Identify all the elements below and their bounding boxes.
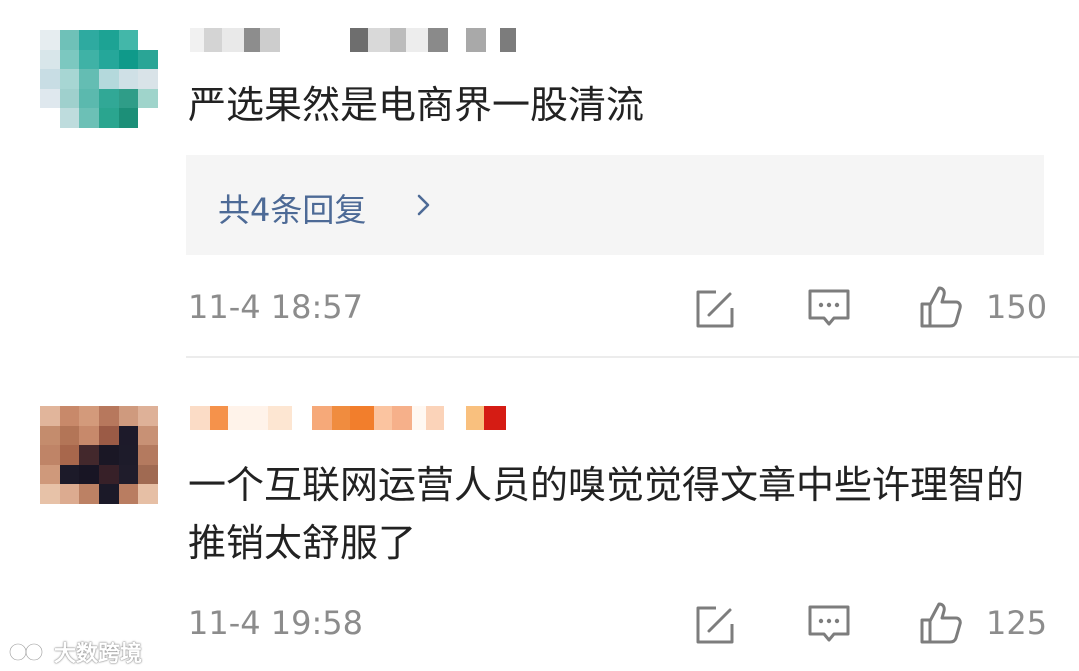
thumbs-up-icon[interactable] xyxy=(918,600,964,646)
comment-text: 一个互联网运营人员的嗅觉觉得文章中些许理智的推销太舒服了 xyxy=(188,463,1025,565)
comment-item: 一个互联网运营人员的嗅觉觉得文章中些许理智的推销太舒服了 11-4 19:58 … xyxy=(0,358,1079,671)
edit-icon[interactable] xyxy=(692,286,738,332)
replies-label: 共4条回复 xyxy=(218,191,367,229)
comment-icon[interactable] xyxy=(806,602,852,648)
like-count: 125 xyxy=(986,604,1048,642)
thumbs-up-icon[interactable] xyxy=(918,284,964,330)
avatar[interactable] xyxy=(40,30,158,128)
edit-icon[interactable] xyxy=(692,602,738,648)
comment-icon[interactable] xyxy=(806,286,852,332)
username-blurred[interactable] xyxy=(190,28,516,52)
like-count: 150 xyxy=(986,288,1048,326)
watermark-text: 大数跨境 xyxy=(54,642,143,667)
replies-link[interactable]: 共4条回复 xyxy=(186,155,1044,255)
watermark-logo-icon xyxy=(8,642,44,662)
comment-item: 严选果然是电商界一股清流 共4条回复 11-4 18:57 150 xyxy=(0,0,1079,356)
watermark: 大数跨境 xyxy=(6,638,143,667)
chevron-right-icon xyxy=(417,194,430,216)
comment-time: 11-4 19:58 xyxy=(188,604,364,642)
comment-time: 11-4 18:57 xyxy=(188,288,364,326)
comment-text: 严选果然是电商界一股清流 xyxy=(188,83,645,127)
username-blurred[interactable] xyxy=(190,406,506,430)
avatar[interactable] xyxy=(40,406,158,504)
